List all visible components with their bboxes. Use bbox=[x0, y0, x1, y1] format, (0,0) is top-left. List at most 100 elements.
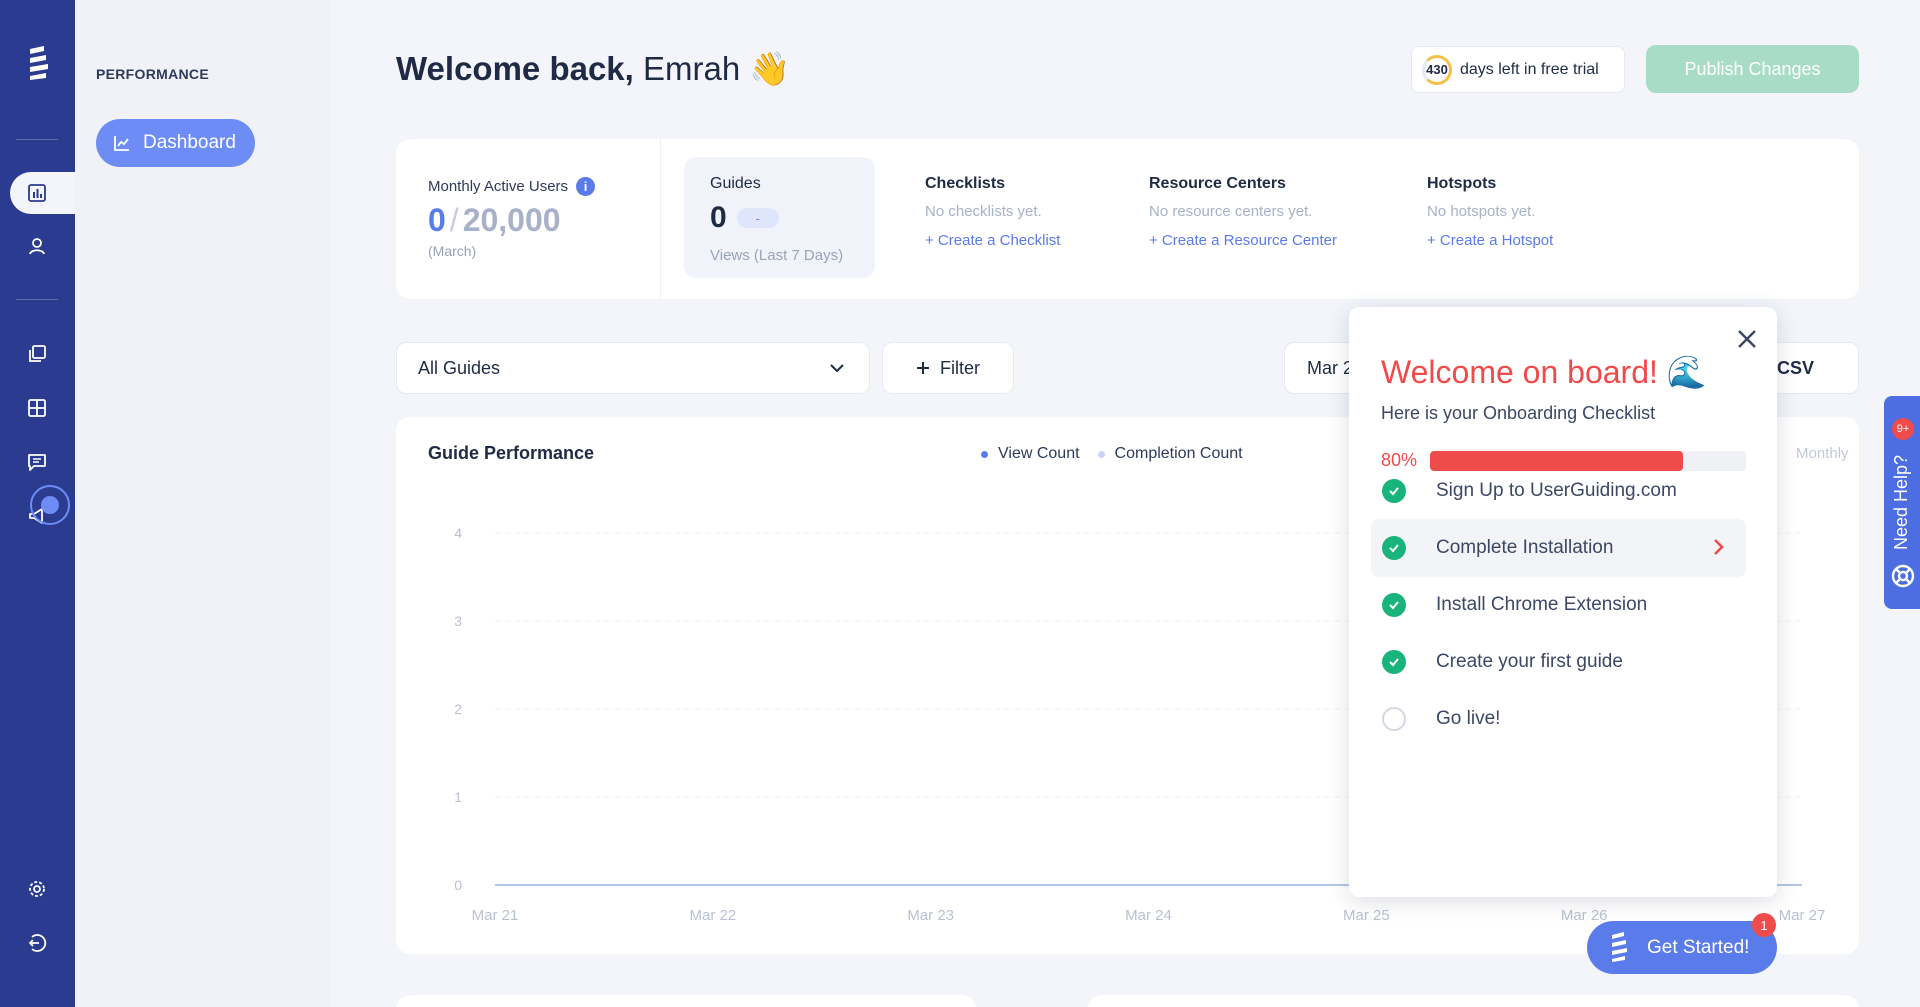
onboarding-subtitle: Here is your Onboarding Checklist bbox=[1381, 403, 1656, 423]
rail-item-users[interactable] bbox=[20, 229, 54, 263]
guides-value: 0 bbox=[710, 201, 727, 234]
onboarding-checklist-popup: Welcome on board! 🌊 Here is your Onboard… bbox=[1349, 307, 1777, 897]
user-name: Emrah bbox=[643, 50, 741, 87]
check-circle-icon bbox=[1382, 536, 1406, 560]
x-tick-label: Mar 24 bbox=[1125, 907, 1172, 924]
check-circle-icon bbox=[1382, 479, 1406, 503]
rail-item-resource-center[interactable] bbox=[20, 445, 54, 479]
check-circle-icon bbox=[1382, 593, 1406, 617]
dashboard-label: Dashboard bbox=[143, 132, 236, 153]
layers-icon bbox=[29, 345, 46, 362]
checklists-stat: Checklists No checklists yet. + Create a… bbox=[925, 175, 1060, 249]
userguiding-logo-icon bbox=[1612, 932, 1627, 962]
filter-button[interactable]: Filter bbox=[882, 342, 1014, 394]
get-started-badge: 1 bbox=[1752, 913, 1776, 937]
mau-max: 20,000 bbox=[462, 202, 561, 238]
secondary-sidebar: PERFORMANCE Dashboard bbox=[75, 0, 331, 1007]
onboarding-task[interactable]: Sign Up to UserGuiding.com bbox=[1371, 462, 1746, 520]
user-icon bbox=[29, 238, 45, 255]
resource-centers-empty: No resource centers yet. bbox=[1149, 203, 1313, 220]
onboarding-task-label: Create your first guide bbox=[1436, 651, 1623, 672]
x-tick-label: Mar 27 bbox=[1779, 907, 1826, 924]
x-tick-label: Mar 21 bbox=[472, 907, 519, 924]
info-icon[interactable]: i bbox=[576, 177, 596, 196]
mau-period: (March) bbox=[428, 243, 477, 259]
need-help-tab[interactable]: Need Help? 9+ bbox=[1884, 396, 1920, 609]
check-circle-icon bbox=[1382, 650, 1406, 674]
resource-centers-stat: Resource Centers No resource centers yet… bbox=[1149, 175, 1337, 249]
create-resource-center-link[interactable]: + Create a Resource Center bbox=[1149, 232, 1337, 249]
onboarding-title: Welcome on board! 🌊 bbox=[1381, 354, 1707, 390]
x-tick-label: Mar 22 bbox=[689, 907, 736, 924]
mau-label-row: Monthly Active Users i bbox=[428, 177, 596, 196]
bottom-cards bbox=[396, 995, 1859, 1007]
mau-current: 0 bbox=[428, 202, 446, 238]
mau-slash: / bbox=[449, 202, 459, 238]
mau-value: 0/20,000 bbox=[428, 202, 595, 239]
checklists-title: Checklists bbox=[925, 175, 1006, 192]
grid-icon bbox=[28, 399, 46, 417]
rail-item-guides[interactable] bbox=[20, 337, 54, 371]
guides-sub: Views (Last 7 Days) bbox=[710, 247, 844, 264]
welcome-text: Welcome back, bbox=[396, 50, 634, 87]
bottom-card-right bbox=[1088, 995, 1859, 1007]
export-csv-button[interactable]: CSV bbox=[1776, 342, 1859, 394]
y-tick-label: 0 bbox=[454, 877, 462, 893]
left-rail bbox=[0, 0, 75, 1007]
onboarding-task-label: Install Chrome Extension bbox=[1436, 594, 1648, 615]
mau-label: Monthly Active Users bbox=[428, 178, 569, 195]
gear-icon bbox=[29, 881, 45, 897]
x-tick-label: Mar 25 bbox=[1343, 907, 1390, 924]
onboarding-task-label: Sign Up to UserGuiding.com bbox=[1436, 480, 1677, 501]
stats-divider bbox=[660, 139, 661, 299]
bottom-card-left bbox=[396, 995, 976, 1007]
onboarding-task[interactable]: Complete Installation bbox=[1371, 519, 1746, 577]
onboarding-task[interactable]: Create your first guide bbox=[1371, 633, 1746, 691]
hotspots-stat: Hotspots No hotspots yet. + Create a Hot… bbox=[1427, 175, 1553, 249]
wave-icon: 👋 bbox=[749, 50, 791, 87]
onboarding-task-label: Go live! bbox=[1436, 708, 1501, 729]
page-title: Welcome back, Emrah 👋 bbox=[396, 50, 790, 89]
rail-item-settings[interactable] bbox=[20, 872, 54, 906]
trial-text: days left in free trial bbox=[1460, 60, 1599, 78]
get-started-button[interactable]: Get Started! 1 bbox=[1587, 913, 1777, 974]
sidebar-item-dashboard[interactable]: Dashboard bbox=[96, 119, 255, 167]
y-tick-label: 3 bbox=[454, 613, 462, 629]
hotspot-beacon-icon[interactable] bbox=[30, 485, 70, 525]
x-tick-label: Mar 23 bbox=[907, 907, 954, 924]
mau-block: Monthly Active Users i 0/20,000 (March) bbox=[428, 177, 596, 259]
y-tick-label: 2 bbox=[454, 701, 462, 717]
chevron-down-icon bbox=[830, 364, 844, 373]
y-tick-label: 1 bbox=[454, 789, 462, 805]
rail-separator bbox=[16, 299, 58, 300]
trial-days-ring: 430 bbox=[1422, 54, 1452, 85]
create-checklist-link[interactable]: + Create a Checklist bbox=[925, 232, 1060, 249]
line-chart-icon bbox=[114, 136, 129, 151]
lifebuoy-icon bbox=[1891, 564, 1915, 588]
close-icon[interactable] bbox=[1733, 325, 1761, 353]
y-tick-label: 4 bbox=[454, 525, 462, 541]
guides-label: Guides bbox=[710, 175, 761, 192]
rail-item-performance[interactable] bbox=[10, 172, 75, 214]
onboarding-task[interactable]: Go live! bbox=[1371, 690, 1746, 748]
guides-stat[interactable]: Guides 0 - Views (Last 7 Days) bbox=[684, 157, 875, 278]
resource-centers-title: Resource Centers bbox=[1149, 175, 1286, 192]
rail-separator bbox=[16, 139, 58, 140]
empty-circle-icon bbox=[1382, 707, 1406, 731]
publish-changes-button[interactable]: Publish Changes bbox=[1646, 45, 1859, 93]
guides-select[interactable]: All Guides bbox=[396, 342, 870, 394]
stats-card: Monthly Active Users i 0/20,000 (March) … bbox=[396, 139, 1859, 299]
x-tick-label: Mar 26 bbox=[1561, 907, 1608, 924]
logout-icon bbox=[28, 934, 47, 952]
checklists-empty: No checklists yet. bbox=[925, 203, 1042, 220]
rail-item-checklists[interactable] bbox=[20, 391, 54, 425]
create-hotspot-link[interactable]: + Create a Hotspot bbox=[1427, 232, 1553, 249]
trial-badge[interactable]: 430 days left in free trial bbox=[1411, 46, 1625, 93]
message-icon bbox=[28, 454, 46, 471]
guides-change-chip: - bbox=[736, 208, 779, 228]
need-help-badge: 9+ bbox=[1892, 418, 1914, 440]
userguiding-logo-icon[interactable] bbox=[26, 46, 50, 80]
rail-item-logout[interactable] bbox=[20, 926, 54, 960]
onboarding-task[interactable]: Install Chrome Extension bbox=[1371, 576, 1746, 634]
filter-label: Filter bbox=[940, 357, 980, 378]
